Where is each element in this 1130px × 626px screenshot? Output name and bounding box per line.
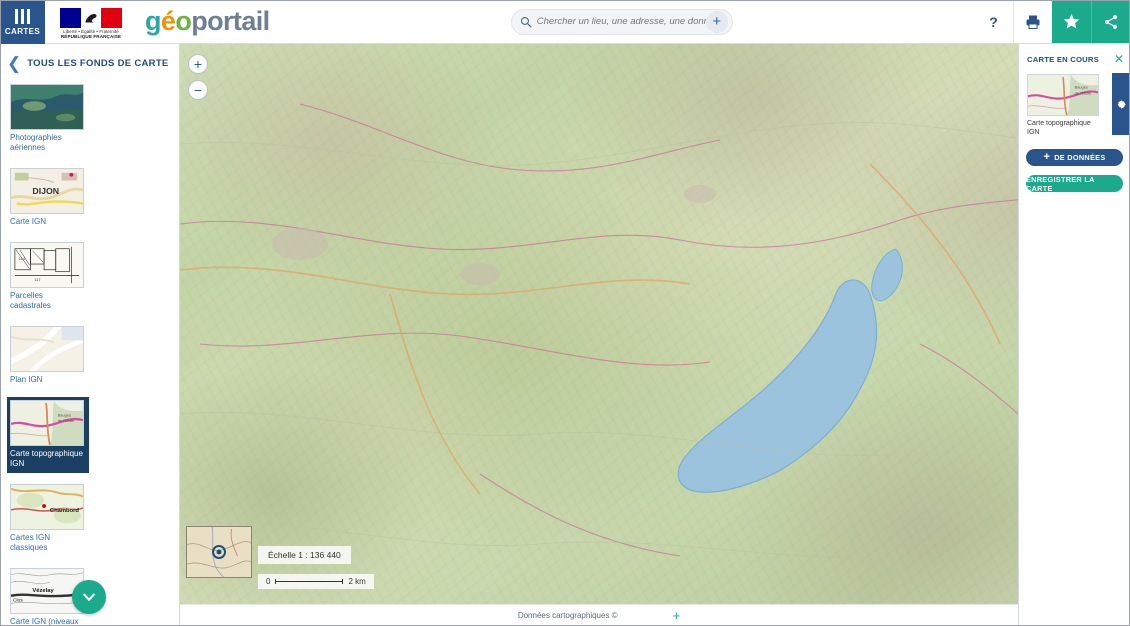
cartes-menu-button[interactable]: CARTES: [0, 0, 45, 44]
question-mark-icon: ?: [989, 13, 998, 30]
zoom-controls: + −: [188, 54, 208, 100]
svg-text:Clos: Clos: [13, 598, 23, 604]
svg-text:de l'Etoile: de l'Etoile: [58, 419, 75, 423]
basemap-item[interactable]: Photographies aériennes: [7, 81, 89, 157]
basemap-grid: Photographies aériennes DIJON Carte IGN 114…: [0, 81, 179, 626]
svg-text:Chambord: Chambord: [50, 508, 80, 514]
current-map-title: CARTE EN COURS: [1027, 54, 1099, 64]
scale-bar-max: 2 km: [348, 577, 366, 586]
logo-part-e: é: [160, 6, 176, 36]
print-button[interactable]: [1013, 0, 1052, 43]
zoom-out-button[interactable]: −: [188, 80, 208, 100]
svg-text:Bauges: Bauges: [58, 413, 71, 417]
basemap-label: Cartes IGN classiques: [10, 533, 51, 552]
svg-text:Vézelay: Vézelay: [32, 588, 54, 594]
svg-text:DIJON: DIJON: [32, 186, 59, 196]
overview-minimap[interactable]: [186, 526, 252, 578]
basemap-item[interactable]: 114 117 Parcelles cadastrales: [7, 239, 89, 315]
geoportail-app: CARTES Liberté • Égalité • Fraternité RÉ…: [0, 0, 1130, 626]
add-data-button[interactable]: + DE DONNÉES: [1026, 149, 1123, 167]
sidebar-title: TOUS LES FONDS DE CARTE: [27, 58, 169, 69]
svg-text:de l'Etoile: de l'Etoile: [1075, 90, 1092, 95]
three-bars-icon: [15, 8, 30, 24]
basemap-label: Plan IGN: [10, 375, 43, 384]
layer-thumbnail-art: Bauges de l'Etoile: [1028, 75, 1098, 115]
basemap-item[interactable]: Plan IGN: [7, 323, 89, 389]
scale-bar-line: [275, 579, 344, 584]
layer-settings-button[interactable]: [1112, 73, 1130, 135]
printer-icon: [1026, 15, 1040, 29]
chevron-left-icon[interactable]: ❮: [7, 55, 21, 72]
plus-icon: +: [1043, 151, 1051, 164]
add-data-label: DE DONNÉES: [1054, 153, 1106, 163]
map-credits-text: Données cartographiques ©: [517, 611, 618, 620]
logo-part-g: g: [145, 6, 162, 36]
basemap-thumbnail: 114 117: [10, 242, 84, 288]
scale-bar: 0 2 km: [258, 574, 374, 589]
svg-text:117: 117: [34, 278, 40, 282]
basemap-item[interactable]: DIJON Carte IGN: [7, 165, 89, 231]
marianne-face-icon: [85, 13, 97, 23]
share-icon: [1104, 14, 1118, 29]
logo-part-o: o: [175, 6, 192, 36]
search-area: +: [270, 0, 974, 43]
current-map-header: CARTE EN COURS ✕: [1019, 44, 1130, 71]
map-hydrography-layer: [180, 103, 1130, 558]
logo-part-portail: portail: [191, 6, 270, 36]
scale-text: Échelle 1 : 136 440: [268, 550, 341, 560]
save-map-button[interactable]: ENREGISTRER LA CARTE: [1026, 174, 1123, 193]
basemap-label: Carte IGN: [10, 217, 47, 226]
favorites-button[interactable]: [1052, 0, 1091, 43]
search-input[interactable]: [531, 16, 706, 27]
close-icon[interactable]: ✕: [1114, 53, 1124, 65]
search-icon: [520, 16, 532, 27]
french-flag-icon: [60, 7, 123, 28]
geoportail-logo[interactable]: g é o portail: [137, 0, 270, 43]
app-header: CARTES Liberté • Égalité • Fraternité RÉ…: [0, 0, 1130, 44]
svg-text:114: 114: [19, 257, 26, 261]
show-more-basemaps-button[interactable]: [72, 580, 106, 614]
basemap-item[interactable]: Bauges de l'Etoile Carte topographique IGN: [7, 397, 89, 473]
search-box[interactable]: +: [510, 8, 733, 35]
search-add-button[interactable]: +: [705, 10, 728, 33]
basemap-label: Photographies aériennes: [10, 133, 62, 152]
scale-bar-min: 0: [266, 577, 271, 586]
header-actions: ?: [974, 0, 1130, 43]
save-map-label: ENREGISTRER LA CARTE: [1026, 174, 1095, 193]
current-layer-label: Carte topographique IGN: [1027, 120, 1091, 137]
basemap-thumbnail: [10, 84, 84, 130]
share-button[interactable]: [1091, 0, 1130, 43]
scale-text-box: Échelle 1 : 136 440: [258, 546, 351, 564]
basemap-label: Carte IGN (niveaux de gris): [10, 617, 79, 626]
basemap-thumbnail: DIJON: [10, 168, 84, 214]
basemap-label: Parcelles cadastrales: [10, 291, 51, 310]
help-button[interactable]: ?: [974, 0, 1013, 43]
credits-expand-button[interactable]: +: [673, 609, 681, 622]
current-layer-card[interactable]: Bauges de l'Etoile Carte topographique I…: [1027, 73, 1130, 137]
cartes-menu-label: CARTES: [4, 26, 41, 36]
basemap-thumbnail: Bauges de l'Etoile: [10, 400, 84, 446]
chevron-down-icon: [83, 593, 95, 601]
svg-text:Bauges: Bauges: [1075, 85, 1088, 90]
basemap-thumbnail: Chambord: [10, 484, 84, 530]
current-layer-thumbnail: Bauges de l'Etoile: [1027, 74, 1099, 116]
republique-line: RÉPUBLIQUE FRANÇAISE: [60, 33, 122, 39]
gear-icon: [1117, 99, 1126, 109]
locator-icon: [212, 545, 226, 559]
basemap-item[interactable]: Chambord Cartes IGN classiques: [7, 481, 89, 557]
basemap-thumbnail: [10, 326, 84, 372]
map-canvas[interactable]: + − 1: [180, 44, 1130, 604]
app-footer: Données cartographiques © +: [180, 604, 1018, 626]
sidebar-header: ❮ TOUS LES FONDS DE CARTE: [0, 44, 179, 81]
basemap-sidebar: ❮ TOUS LES FONDS DE CARTE Photographies …: [0, 44, 180, 626]
current-map-panel: CARTE EN COURS ✕ Bauges de l'Etoile Cart…: [1018, 44, 1130, 626]
star-icon: [1063, 13, 1080, 29]
zoom-in-button[interactable]: +: [188, 54, 208, 74]
republique-francaise-logo: Liberté • Égalité • Fraternité RÉPUBLIQU…: [45, 0, 137, 44]
basemap-label: Carte topographique IGN: [10, 449, 83, 468]
